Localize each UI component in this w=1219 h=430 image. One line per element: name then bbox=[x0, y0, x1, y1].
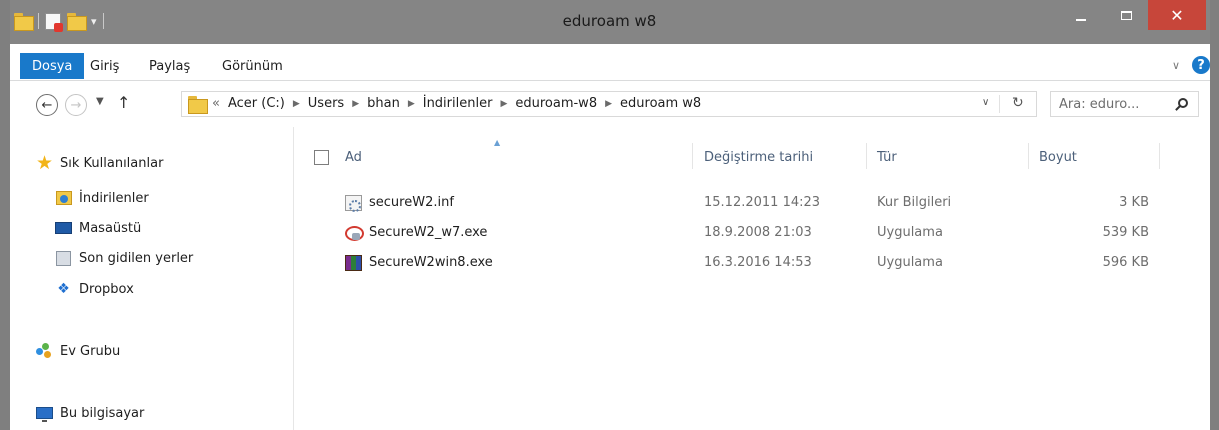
breadcrumb-item[interactable]: Users bbox=[308, 96, 344, 111]
nav-item-desktop[interactable]: Masaüstü bbox=[55, 220, 141, 236]
column-header-name[interactable]: Ad bbox=[345, 150, 362, 165]
recent-places-icon bbox=[55, 250, 72, 266]
navigation-bar: ← → ▼ ↑ « Acer (C:) ▶ Users ▶ bhan ▶ İnd… bbox=[10, 82, 1210, 126]
column-divider[interactable] bbox=[866, 143, 867, 169]
file-row[interactable]: secureW2.inf 15.12.2011 14:23 Kur Bilgil… bbox=[295, 191, 1165, 215]
up-one-level-icon[interactable]: ↑ bbox=[117, 93, 130, 112]
back-button[interactable]: ← bbox=[36, 94, 58, 116]
tab-view[interactable]: Görünüm bbox=[210, 52, 295, 80]
navigation-pane: ★ Sık Kullanılanlar İndirilenler Masaüst… bbox=[10, 127, 294, 430]
search-icon[interactable] bbox=[1178, 98, 1188, 108]
breadcrumb-item[interactable]: İndirilenler bbox=[423, 96, 493, 111]
recent-locations-dropdown-icon[interactable]: ▼ bbox=[96, 96, 104, 107]
search-box[interactable]: Ara: eduro... bbox=[1050, 91, 1199, 117]
file-size: 596 KB bbox=[1102, 255, 1149, 270]
column-divider[interactable] bbox=[692, 143, 693, 169]
securew2-app-icon bbox=[345, 225, 364, 241]
file-date: 18.9.2008 21:03 bbox=[704, 225, 812, 240]
file-type: Uygulama bbox=[877, 225, 943, 240]
minimize-button[interactable] bbox=[1061, 0, 1101, 30]
maximize-button[interactable] bbox=[1106, 0, 1146, 30]
window-frame-left bbox=[0, 0, 10, 430]
file-size: 539 KB bbox=[1102, 225, 1149, 240]
winrar-sfx-icon bbox=[345, 255, 362, 271]
breadcrumb-item[interactable]: Acer (C:) bbox=[228, 96, 285, 111]
column-divider[interactable] bbox=[1028, 143, 1029, 169]
file-name: SecureW2win8.exe bbox=[369, 255, 493, 270]
address-history-dropdown-icon[interactable]: ∨ bbox=[982, 97, 989, 108]
nav-item-recent-places[interactable]: Son gidilen yerler bbox=[55, 250, 193, 266]
title-bar[interactable]: ▾ eduroam w8 ✕ bbox=[0, 0, 1219, 44]
help-icon[interactable]: ? bbox=[1192, 56, 1210, 74]
breadcrumb-item[interactable]: eduroam w8 bbox=[620, 96, 701, 111]
file-date: 15.12.2011 14:23 bbox=[704, 195, 821, 210]
file-name: secureW2.inf bbox=[369, 195, 454, 210]
nav-favorites[interactable]: ★ Sık Kullanılanlar bbox=[35, 151, 164, 174]
folder-icon bbox=[188, 96, 208, 114]
file-row[interactable]: SecureW2win8.exe 16.3.2016 14:53 Uygulam… bbox=[295, 251, 1165, 275]
file-size: 3 KB bbox=[1119, 195, 1149, 210]
nav-item-dropbox[interactable]: ❖ Dropbox bbox=[55, 281, 134, 297]
window-title: eduroam w8 bbox=[562, 12, 657, 30]
file-type: Kur Bilgileri bbox=[877, 195, 952, 210]
select-all-checkbox[interactable] bbox=[314, 150, 329, 165]
computer-icon bbox=[36, 405, 53, 422]
refresh-icon[interactable]: ↻ bbox=[1012, 95, 1024, 111]
breadcrumb-item[interactable]: bhan bbox=[367, 96, 400, 111]
column-header-size[interactable]: Boyut bbox=[1039, 150, 1077, 165]
explorer-window: ▾ eduroam w8 ✕ Dosya Giriş Paylaş Görünü… bbox=[0, 0, 1219, 430]
forward-button[interactable]: → bbox=[65, 94, 87, 116]
file-list: ▲ Ad Değiştirme tarihi Tür Boyut secureW… bbox=[295, 127, 1210, 430]
file-type: Uygulama bbox=[877, 255, 943, 270]
minimize-icon bbox=[1076, 19, 1086, 21]
nav-item-homegroup[interactable]: Ev Grubu bbox=[36, 343, 120, 359]
overflow-crumbs-icon[interactable]: « bbox=[212, 96, 220, 111]
window-frame-right bbox=[1210, 0, 1219, 430]
dropbox-icon: ❖ bbox=[57, 281, 70, 297]
breadcrumb-separator-icon[interactable]: ▶ bbox=[293, 99, 300, 109]
forward-arrow-icon: → bbox=[70, 97, 82, 113]
nav-item-label: İndirilenler bbox=[79, 190, 149, 206]
breadcrumb: « Acer (C:) ▶ Users ▶ bhan ▶ İndirilenle… bbox=[212, 96, 701, 111]
star-icon: ★ bbox=[35, 151, 54, 174]
tab-file[interactable]: Dosya bbox=[20, 53, 85, 79]
file-date: 16.3.2016 14:53 bbox=[704, 255, 812, 270]
file-name: SecureW2_w7.exe bbox=[369, 225, 488, 240]
ribbon-tabs: Dosya Giriş Paylaş Görünüm ∨ ? bbox=[10, 44, 1210, 81]
close-icon: ✕ bbox=[1170, 5, 1184, 25]
search-input[interactable]: Ara: eduro... bbox=[1059, 97, 1139, 112]
nav-item-this-pc[interactable]: Bu bilgisayar bbox=[36, 405, 145, 422]
nav-item-label: Dropbox bbox=[79, 281, 134, 297]
setup-info-icon bbox=[345, 195, 362, 212]
nav-item-label: Sık Kullanılanlar bbox=[60, 155, 164, 171]
address-divider bbox=[999, 95, 1000, 113]
maximize-icon bbox=[1120, 10, 1132, 20]
nav-item-label: Bu bilgisayar bbox=[60, 405, 145, 421]
back-arrow-icon: ← bbox=[41, 97, 53, 113]
nav-item-label: Masaüstü bbox=[79, 220, 142, 236]
close-button[interactable]: ✕ bbox=[1148, 0, 1206, 30]
column-divider[interactable] bbox=[1159, 143, 1160, 169]
ribbon-controls: ∨ ? bbox=[1172, 56, 1210, 74]
column-header-type[interactable]: Tür bbox=[877, 150, 897, 165]
tab-home[interactable]: Giriş bbox=[78, 52, 131, 80]
file-row[interactable]: SecureW2_w7.exe 18.9.2008 21:03 Uygulama… bbox=[295, 221, 1165, 245]
column-header-date[interactable]: Değiştirme tarihi bbox=[704, 150, 813, 165]
sort-ascending-icon: ▲ bbox=[494, 138, 501, 147]
address-bar[interactable]: « Acer (C:) ▶ Users ▶ bhan ▶ İndirilenle… bbox=[181, 91, 1037, 117]
desktop-icon bbox=[55, 220, 72, 236]
downloads-folder-icon bbox=[55, 190, 72, 206]
breadcrumb-separator-icon[interactable]: ▶ bbox=[408, 99, 415, 109]
breadcrumb-separator-icon[interactable]: ▶ bbox=[500, 99, 507, 109]
nav-item-downloads[interactable]: İndirilenler bbox=[55, 190, 149, 206]
breadcrumb-separator-icon[interactable]: ▶ bbox=[605, 99, 612, 109]
nav-item-label: Ev Grubu bbox=[60, 343, 121, 359]
tab-share[interactable]: Paylaş bbox=[137, 52, 202, 80]
expand-ribbon-chevron-icon[interactable]: ∨ bbox=[1172, 59, 1180, 72]
breadcrumb-separator-icon[interactable]: ▶ bbox=[352, 99, 359, 109]
homegroup-icon bbox=[36, 343, 53, 359]
nav-item-label: Son gidilen yerler bbox=[79, 250, 194, 266]
breadcrumb-item[interactable]: eduroam-w8 bbox=[515, 96, 597, 111]
